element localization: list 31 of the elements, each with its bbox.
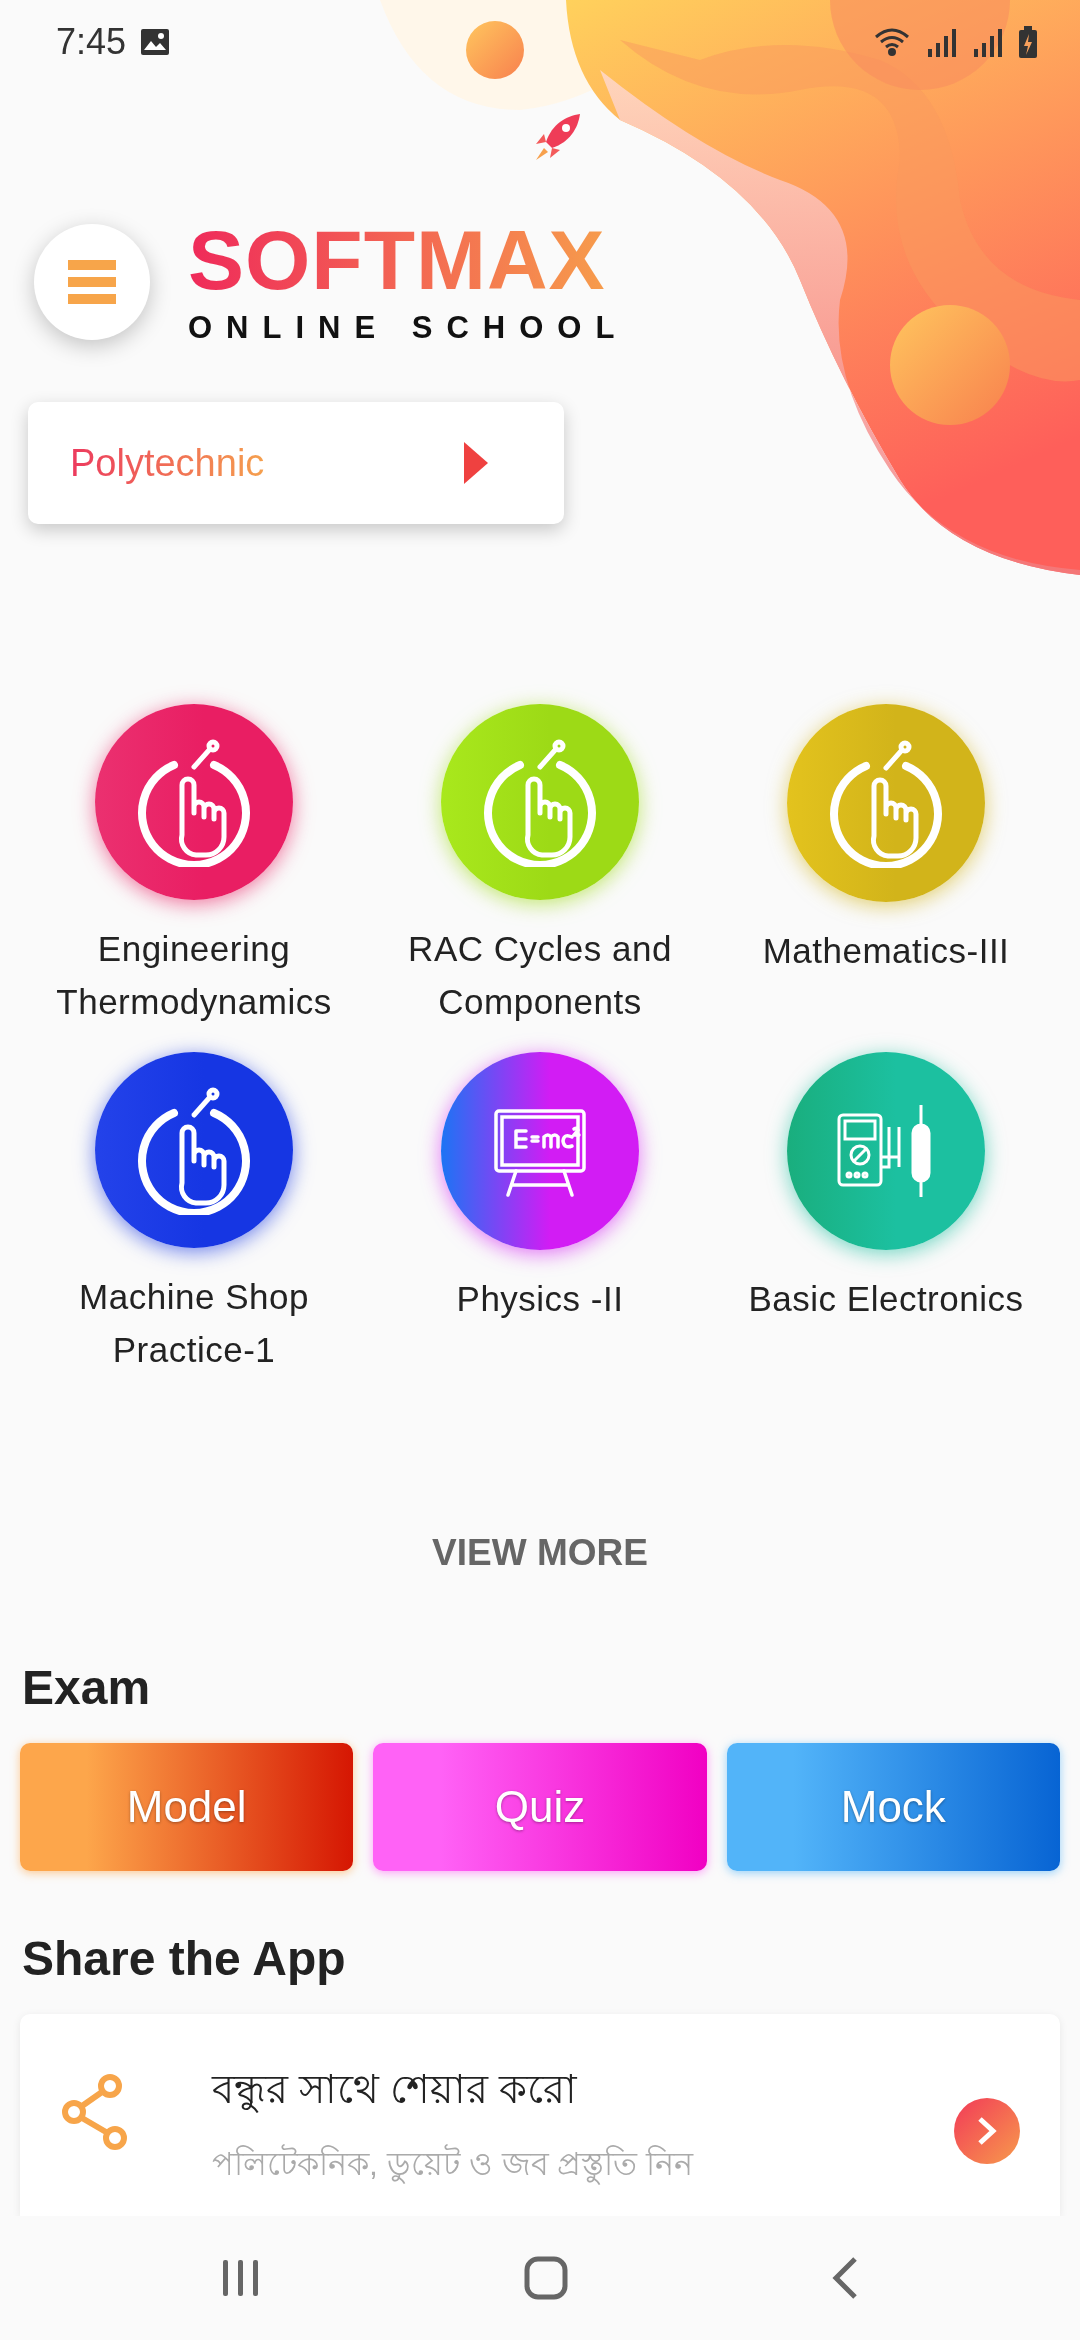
course-title: Engineering Thermodynamics [55, 928, 333, 1023]
share-title: বন্ধুর সাথে শেয়ার করো [212, 2066, 579, 2115]
exam-button[interactable]: Mock [726, 1743, 1060, 1871]
course-title: RAC Cycles and Components [407, 928, 673, 1023]
section-heading: Share the App [22, 1931, 347, 1986]
signal-icon [972, 27, 1004, 57]
triangle-right-icon [464, 442, 488, 484]
course-title: Mathematics-III [762, 930, 1010, 972]
wifi-icon [874, 27, 912, 57]
course-title: Physics -II [456, 1278, 624, 1320]
course-button[interactable] [95, 704, 293, 900]
course-title: Basic Electronics [748, 1278, 1024, 1320]
chevron-right-icon [976, 2116, 998, 2146]
exam-button[interactable]: Quiz [373, 1743, 707, 1871]
course-title: Machine Shop Practice-1 [78, 1276, 310, 1371]
menu-icon [68, 260, 116, 304]
section-heading: Exam [22, 1660, 152, 1715]
brand-tagline: ONLINE SCHOOL [188, 310, 629, 346]
battery-icon [1018, 26, 1038, 58]
view-more-button[interactable]: VIEW MORE [422, 1526, 658, 1580]
category-selector[interactable]: Polytechnic [28, 402, 564, 524]
signal-icon [926, 27, 958, 57]
share-card[interactable]: বন্ধুর সাথে শেয়ার করো পলিটেকনিক, ডুয়েট ও জব প্রস্তুতি নিন [20, 2014, 1060, 2216]
course-button[interactable] [95, 1052, 293, 1248]
image-icon [140, 28, 171, 56]
back-icon [830, 2256, 859, 2300]
home-icon [524, 2256, 568, 2300]
exam-button[interactable]: Model [20, 1743, 354, 1871]
share-subtitle: পলিটেকনিক, ডুয়েট ও জব প্রস্তুতি নিন [212, 2139, 878, 2193]
course-button[interactable] [441, 1052, 639, 1250]
status-time: 7:45 [56, 21, 127, 63]
